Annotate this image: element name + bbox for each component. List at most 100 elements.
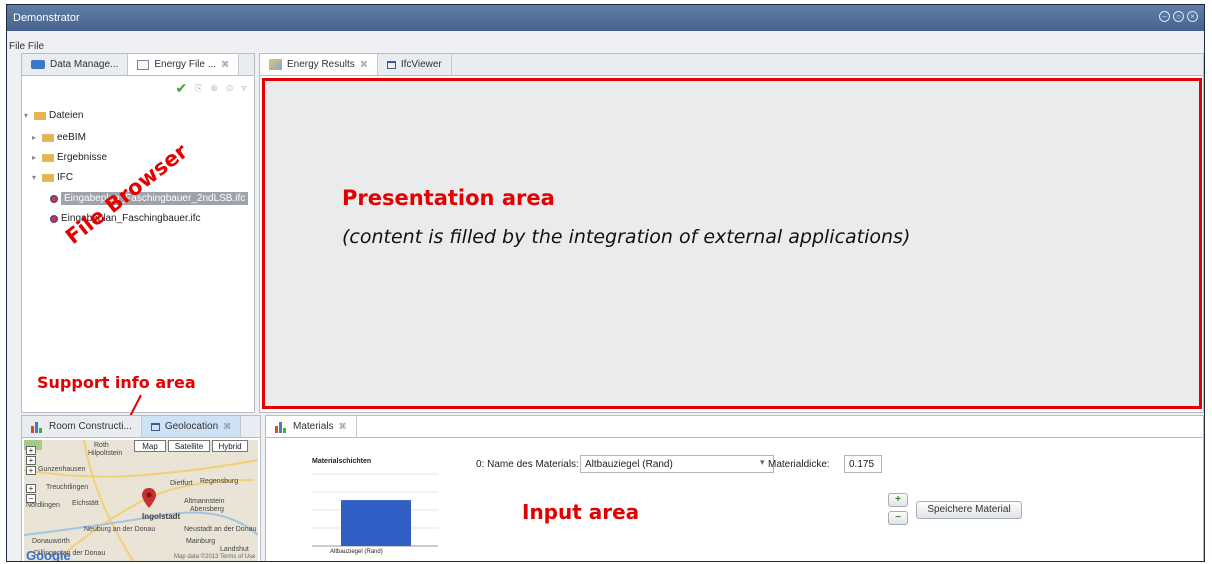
tab-energy-file[interactable]: Energy File ... ⌘ — [128, 54, 240, 75]
thickness-label: Materialdicke: — [768, 459, 830, 470]
zoom-icon[interactable]: + — [26, 484, 36, 493]
tree-item-ergebnisse[interactable]: ▸ Ergebnisse — [32, 152, 107, 163]
input-panel: Materials ⌘ Materialschichten Altbauzieg… — [265, 415, 1204, 561]
tree-label: IFC — [57, 172, 74, 183]
map-copyright[interactable]: Map data ©2013 Terms of Use — [174, 554, 255, 560]
tab-label: Materials — [293, 421, 334, 432]
material-layers-chart — [312, 473, 438, 547]
tab-label: Data Manage... — [50, 59, 119, 70]
expand-icon[interactable]: ▾ — [24, 111, 31, 120]
pan-icon[interactable]: + — [26, 466, 36, 475]
refresh-icon[interactable]: ⊙ — [226, 83, 234, 94]
map-label: Abensberg — [190, 506, 224, 513]
tree-item-eebim[interactable]: ▸ eeBIM — [32, 132, 86, 143]
map-label: Hilpoltstein — [88, 450, 123, 457]
dropdown-icon[interactable]: ▿ — [241, 83, 246, 94]
menu-bar[interactable]: File File — [9, 41, 44, 52]
tree-label: Dateien — [49, 110, 84, 121]
close-tab-icon[interactable]: ⌘ — [221, 60, 229, 69]
top-tabbar: Energy Results ⌘ IfcViewer — [260, 54, 1203, 76]
thickness-input[interactable]: 0.175 — [844, 455, 882, 473]
presentation-area-title: Presentation area — [342, 186, 555, 210]
map-label: Regensburg — [200, 478, 239, 485]
tree-root-dateien[interactable]: ▾ Dateien — [24, 110, 83, 121]
map-type-satellite[interactable]: Satellite — [168, 440, 210, 452]
maximize-icon[interactable]: ○ — [1173, 11, 1184, 22]
add-button[interactable]: + — [888, 493, 908, 507]
material-name-select[interactable]: Altbauziegel (Rand) — [580, 455, 774, 473]
tab-label: IfcViewer — [400, 59, 442, 70]
tab-geolocation[interactable]: Geolocation ⌘ — [141, 416, 242, 437]
tab-data-manager[interactable]: Data Manage... — [22, 54, 129, 75]
delete-icon[interactable]: ⊗ — [210, 83, 218, 94]
chevron-down-icon[interactable]: ▾ — [760, 457, 765, 468]
collapse-icon[interactable]: ▸ — [32, 133, 39, 142]
folder-icon — [31, 60, 45, 69]
presentation-area-subtitle: (content is filled by the integration of… — [342, 226, 911, 248]
close-tab-icon[interactable]: ⌘ — [360, 60, 368, 69]
tab-ifcviewer[interactable]: IfcViewer — [378, 54, 452, 75]
tree-label: Eingabeplan_Faschingbauer_2ndLSB.ifc — [61, 192, 249, 205]
close-tab-icon[interactable]: ⌘ — [339, 422, 347, 431]
map-label: Neustadt an der Donau — [184, 526, 257, 533]
tab-materials[interactable]: Materials ⌘ — [266, 416, 357, 437]
chart-icon — [275, 421, 288, 433]
map-icon — [269, 59, 282, 70]
pan-icon[interactable]: + — [26, 456, 36, 465]
close-icon[interactable]: × — [1187, 11, 1198, 22]
collapse-icon[interactable]: ▸ — [32, 153, 39, 162]
material-name-label: 0: Name des Materials: — [476, 459, 579, 470]
tab-energy-results[interactable]: Energy Results ⌘ — [260, 54, 378, 75]
app-window: Demonstrator – ○ × File File Data Manage… — [6, 4, 1205, 562]
close-tab-icon[interactable]: ⌘ — [223, 422, 231, 431]
input-area-annotation: Input area — [522, 500, 640, 524]
support-info-annotation: Support info area — [37, 373, 196, 392]
map-label: Landshut — [220, 546, 249, 553]
bottom-right-tabbar: Materials ⌘ — [266, 416, 1203, 438]
zoom-in-icon[interactable]: + — [26, 446, 36, 455]
folder-icon — [42, 173, 54, 182]
google-logo: Google — [26, 548, 71, 562]
map-label: Roth — [94, 442, 109, 449]
tree-label: Ergebnisse — [57, 152, 108, 163]
document-icon — [137, 59, 150, 70]
map-type-hybrid[interactable]: Hybrid — [212, 440, 248, 452]
copy-icon[interactable]: ⎘ — [195, 83, 202, 94]
tab-label: Room Constructi... — [49, 421, 132, 432]
chart-icon — [31, 421, 44, 433]
tab-label: Energy Results — [287, 59, 355, 70]
tab-room-construction[interactable]: Room Constructi... — [22, 416, 142, 437]
tree-file-selected[interactable]: Eingabeplan_Faschingbauer_2ndLSB.ifc — [50, 192, 249, 205]
map-label: Neuburg an der Donau — [84, 526, 156, 533]
map-label: Eichstätt — [72, 500, 99, 507]
folder-icon — [42, 153, 54, 162]
ifc-file-icon — [50, 194, 58, 203]
tree-item-ifc[interactable]: ▾ IFC — [32, 172, 73, 183]
remove-button[interactable]: − — [888, 511, 908, 525]
bottom-left-tabbar: Room Constructi... Geolocation ⌘ — [22, 416, 260, 438]
map-pin-icon[interactable] — [142, 488, 156, 508]
expand-icon[interactable]: ▾ — [32, 173, 39, 182]
map-label: Treuchtlingen — [46, 484, 89, 491]
window-icon — [150, 422, 160, 431]
map-label: Mainburg — [186, 538, 216, 545]
chart-category-label: Altbauziegel (Rand) — [330, 549, 383, 555]
tree-label: eeBIM — [57, 132, 86, 143]
tab-label: Geolocation — [164, 421, 219, 432]
save-material-button[interactable]: Speichere Material — [916, 501, 1022, 519]
map-label: Dietfurt — [170, 480, 193, 487]
left-tabbar: Data Manage... Energy File ... ⌘ — [22, 54, 254, 76]
folder-icon — [34, 111, 46, 120]
map-type-map[interactable]: Map — [134, 440, 166, 452]
map-label: Altmannstein — [184, 498, 225, 505]
chart-title: Materialschichten — [312, 458, 372, 465]
file-browser-panel: Data Manage... Energy File ... ⌘ ✔ ⎘ ⊗ ⊙… — [21, 53, 255, 413]
check-icon[interactable]: ✔ — [175, 80, 187, 97]
tab-label: Energy File ... — [154, 59, 217, 70]
chart-bar — [341, 500, 411, 546]
map-label: Nördlingen — [26, 502, 60, 509]
map-label: Ingolstadt — [142, 512, 181, 521]
map-label: Donauwörth — [32, 538, 70, 545]
geolocation-map[interactable]: Map Satellite Hybrid + + + + − Roth Hilp… — [24, 440, 258, 562]
minimize-icon[interactable]: – — [1159, 11, 1170, 22]
